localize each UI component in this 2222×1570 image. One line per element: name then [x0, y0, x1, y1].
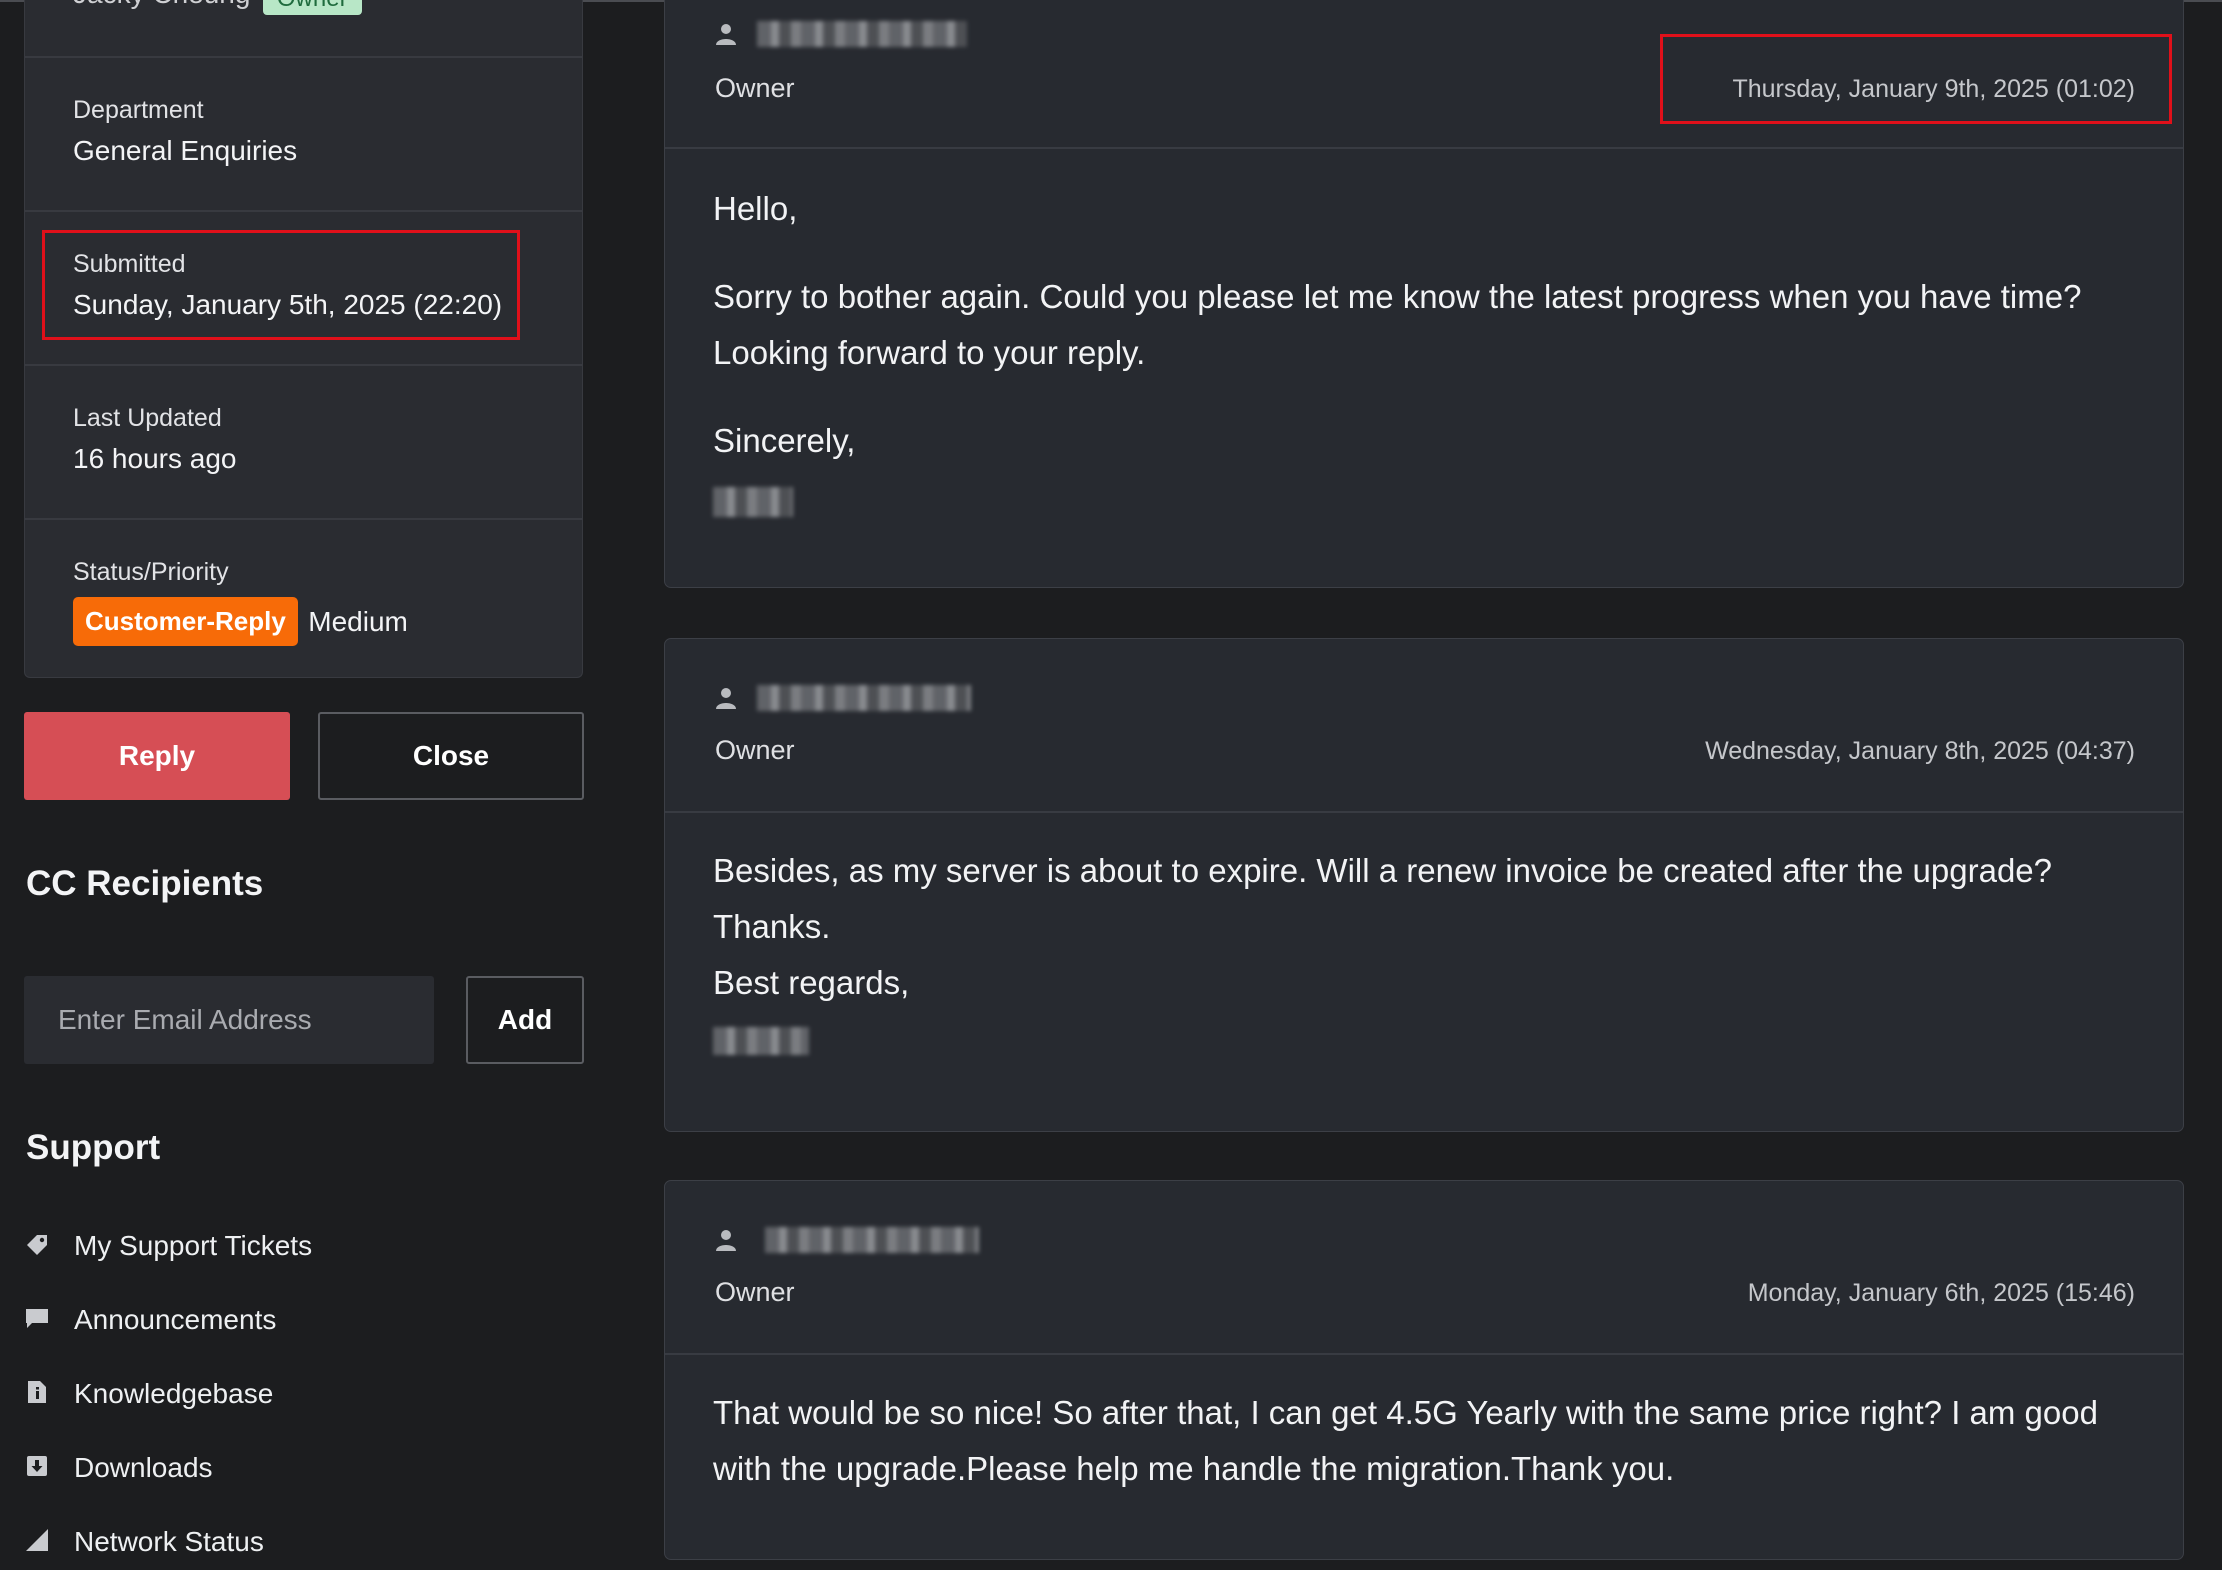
- cc-email-input[interactable]: [24, 976, 434, 1064]
- message-date: Wednesday, January 8th, 2025 (04:37): [1705, 737, 2135, 765]
- message-author-role: Owner: [715, 73, 795, 103]
- nav-label: Announcements: [74, 1304, 277, 1335]
- tag-icon: [24, 1231, 50, 1262]
- message-line: That would be so nice! So after that, I …: [713, 1394, 2098, 1431]
- message-author-role: Owner: [715, 735, 795, 765]
- message-line: Sincerely,: [713, 422, 856, 459]
- status-badge: Customer-Reply: [73, 597, 298, 646]
- nav-knowledgebase[interactable]: Knowledgebase: [24, 1372, 273, 1416]
- message-header: Owner Monday, January 6th, 2025 (15:46): [665, 1181, 2183, 1355]
- ticket-message: Owner Monday, January 6th, 2025 (15:46) …: [664, 1180, 2184, 1560]
- reply-button[interactable]: Reply: [24, 712, 290, 800]
- last-updated-row: Last Updated 16 hours ago: [25, 364, 582, 520]
- message-line: Sorry to bother again. Could you please …: [713, 278, 2082, 315]
- comment-icon: [24, 1305, 50, 1336]
- nav-announcements[interactable]: Announcements: [24, 1298, 276, 1342]
- department-row: Department General Enquiries: [25, 56, 582, 212]
- user-icon: [713, 685, 739, 711]
- owner-badge: Owner: [262, 0, 362, 15]
- last-updated-value: 16 hours ago: [73, 443, 237, 474]
- ticket-owner-name: Jacky Cheung: [73, 0, 250, 9]
- ticket-owner-row: Jacky Cheung Owner: [73, 0, 362, 15]
- date-highlight-box: [1660, 34, 2172, 124]
- signal-icon: [24, 1527, 50, 1558]
- message-body: That would be so nice! So after that, I …: [665, 1355, 2183, 1497]
- nav-label: Network Status: [74, 1526, 264, 1557]
- department-label: Department: [73, 96, 204, 124]
- nav-label: Downloads: [74, 1452, 213, 1483]
- user-icon: [713, 1227, 739, 1253]
- message-header: Owner Wednesday, January 8th, 2025 (04:3…: [665, 639, 2183, 813]
- message-line: Hello,: [713, 190, 798, 227]
- message-line: Thanks.: [713, 908, 831, 945]
- support-title: Support: [26, 1128, 161, 1167]
- add-cc-button[interactable]: Add: [466, 976, 584, 1064]
- message-author: [713, 685, 971, 711]
- nav-label: Knowledgebase: [74, 1378, 274, 1409]
- message-author-role: Owner: [715, 1277, 795, 1307]
- nav-downloads[interactable]: Downloads: [24, 1446, 213, 1490]
- status-priority-label: Status/Priority: [73, 558, 229, 586]
- author-name-redacted: [757, 21, 967, 47]
- message-line: Besides, as my server is about to expire…: [713, 852, 2053, 889]
- department-value: General Enquiries: [73, 135, 298, 166]
- author-name-redacted: [757, 685, 971, 711]
- message-line: Best regards,: [713, 964, 910, 1001]
- cc-recipients-title: CC Recipients: [26, 864, 264, 903]
- signature-redacted: [713, 1027, 809, 1056]
- status-priority-row: Status/Priority Customer-Reply Medium: [25, 518, 582, 676]
- nav-my-support-tickets[interactable]: My Support Tickets: [24, 1224, 312, 1268]
- info-document-icon: [24, 1379, 50, 1410]
- download-icon: [24, 1453, 50, 1484]
- message-author: [713, 1227, 979, 1253]
- nav-network-status[interactable]: Network Status: [24, 1520, 264, 1564]
- author-name-redacted: [765, 1227, 979, 1253]
- close-ticket-button[interactable]: Close: [318, 712, 584, 800]
- last-updated-label: Last Updated: [73, 404, 222, 432]
- message-line: Looking forward to your reply.: [713, 334, 1146, 371]
- submitted-highlight-box: [42, 230, 520, 340]
- signature-redacted: [713, 487, 793, 518]
- nav-label: My Support Tickets: [74, 1230, 313, 1261]
- message-author: [713, 21, 967, 47]
- ticket-message: Owner Wednesday, January 8th, 2025 (04:3…: [664, 638, 2184, 1132]
- user-icon: [713, 21, 739, 47]
- message-date: Monday, January 6th, 2025 (15:46): [1747, 1279, 2135, 1307]
- message-body: Hello, Sorry to bother again. Could you …: [665, 149, 2183, 525]
- message-body: Besides, as my server is about to expire…: [665, 813, 2183, 1067]
- message-line: with the upgrade.Please help me handle t…: [713, 1450, 1675, 1487]
- priority-value: Medium: [308, 605, 408, 637]
